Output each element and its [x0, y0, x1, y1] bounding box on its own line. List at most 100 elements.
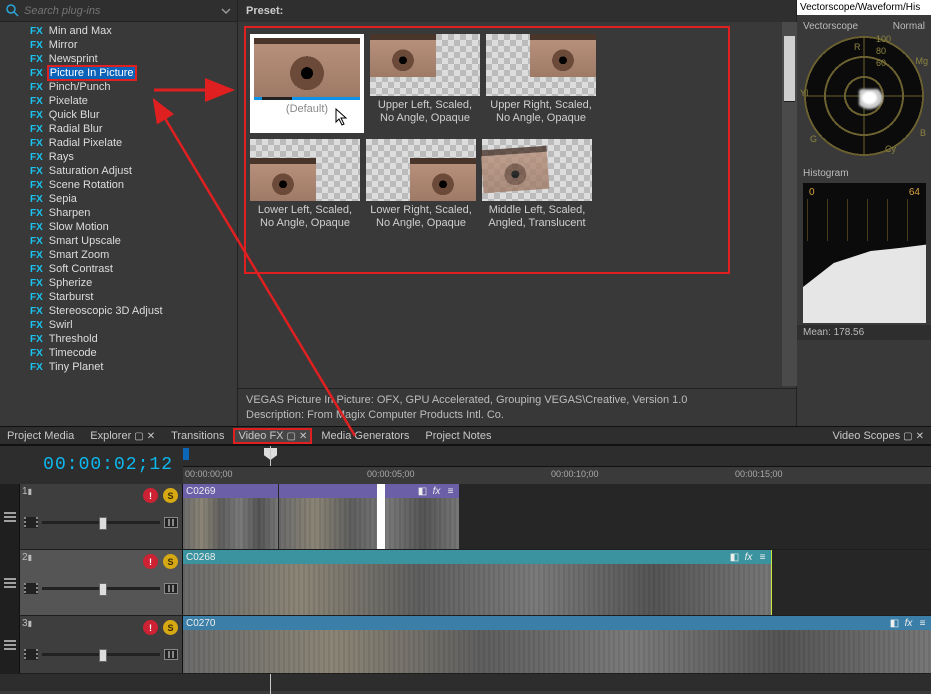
- preset-item[interactable]: Lower Right, Scaled, No Angle, Opaque: [366, 139, 476, 230]
- pan-crop-icon[interactable]: ◧: [729, 552, 740, 563]
- timecode-display: 00:00:02;12: [0, 455, 183, 475]
- track-lane[interactable]: C0269◧fx≡: [183, 484, 931, 549]
- fx-icon[interactable]: fx: [743, 552, 754, 563]
- track-header[interactable]: !S3▮: [20, 616, 183, 673]
- plugin-item[interactable]: FXSlow Motion: [28, 220, 237, 234]
- clip-menu-icon[interactable]: ≡: [917, 618, 928, 629]
- tab-transitions[interactable]: Transitions: [164, 429, 231, 443]
- preset-vertical-scrollbar[interactable]: [782, 22, 797, 386]
- tab-media-generators[interactable]: Media Generators: [314, 429, 416, 443]
- fx-icon[interactable]: fx: [431, 486, 442, 497]
- plugin-item[interactable]: FXThreshold: [28, 332, 237, 346]
- close-icon[interactable]: ✕: [299, 431, 307, 442]
- pan-crop-icon[interactable]: ◧: [889, 618, 900, 629]
- plugin-name: Spherize: [49, 277, 92, 289]
- plugin-name: Newsprint: [49, 53, 98, 65]
- plugin-list[interactable]: FXMin and MaxFXMirrorFXNewsprintFXPictur…: [0, 22, 237, 426]
- track-level-slider[interactable]: [42, 521, 160, 524]
- tab-project-media[interactable]: Project Media: [0, 429, 81, 443]
- plugin-item[interactable]: FXMin and Max: [28, 24, 237, 38]
- plugin-item[interactable]: FXSharpen: [28, 206, 237, 220]
- tab-video-fx[interactable]: Video FX▢✕: [233, 428, 312, 444]
- fx-icon[interactable]: fx: [903, 618, 914, 629]
- plugin-item[interactable]: FXPixelate: [28, 94, 237, 108]
- solo-button[interactable]: S: [163, 488, 178, 503]
- vectorscope-mode[interactable]: Normal: [893, 21, 925, 32]
- pan-crop-icon[interactable]: ◧: [417, 486, 428, 497]
- track-level-slider[interactable]: [42, 587, 160, 590]
- preset-thumbnail: [482, 139, 592, 201]
- track-level-slider[interactable]: [42, 653, 160, 656]
- timeline-loop-start[interactable]: [183, 448, 189, 460]
- plugin-name: Timecode: [49, 347, 97, 359]
- tab-explorer[interactable]: Explorer▢✕: [83, 429, 162, 443]
- track-options-icon[interactable]: [0, 550, 20, 615]
- track-header[interactable]: !S1▮: [20, 484, 183, 549]
- track-lane[interactable]: C0270◧fx≡: [183, 616, 931, 673]
- dropdown-icon[interactable]: [221, 6, 231, 16]
- plugin-item[interactable]: FXSmart Zoom: [28, 248, 237, 262]
- plugin-name: Pixelate: [49, 95, 88, 107]
- scopes-tabs-top[interactable]: Vectorscope/Waveform/His: [797, 0, 931, 15]
- plugin-name: Quick Blur: [49, 109, 100, 121]
- plugin-item[interactable]: FXSaturation Adjust: [28, 164, 237, 178]
- clip-menu-icon[interactable]: ≡: [757, 552, 768, 563]
- mute-button[interactable]: !: [143, 488, 158, 503]
- fx-badge-icon: FX: [30, 250, 43, 261]
- maximize-icon[interactable]: ▢: [134, 431, 143, 442]
- timeline-clip[interactable]: C0268◧fx≡: [183, 550, 771, 615]
- plugin-item[interactable]: FXSoft Contrast: [28, 262, 237, 276]
- fx-badge-icon: FX: [30, 236, 43, 247]
- close-icon[interactable]: ✕: [916, 431, 924, 442]
- plugin-item[interactable]: FXSmart Upscale: [28, 234, 237, 248]
- preset-item[interactable]: Middle Left, Scaled, Angled, Translucent: [482, 139, 592, 230]
- plugin-item[interactable]: FXSepia: [28, 192, 237, 206]
- track-meter-icon: [164, 517, 178, 528]
- track-options-icon[interactable]: [0, 616, 20, 673]
- track-options-icon[interactable]: [0, 484, 20, 549]
- plugin-item[interactable]: FXRadial Blur: [28, 122, 237, 136]
- ruler-tick: 00:00:15;00: [735, 469, 783, 479]
- mute-button[interactable]: !: [143, 554, 158, 569]
- mute-button[interactable]: !: [143, 620, 158, 635]
- timeline-clip[interactable]: ◧fx≡: [279, 484, 459, 549]
- plugin-item[interactable]: FXRays: [28, 150, 237, 164]
- preset-item[interactable]: Lower Left, Scaled, No Angle, Opaque: [250, 139, 360, 230]
- vs-tick: Cy: [885, 144, 896, 154]
- plugin-item[interactable]: FXStarburst: [28, 290, 237, 304]
- close-icon[interactable]: ✕: [147, 431, 155, 442]
- plugin-item[interactable]: FXSpherize: [28, 276, 237, 290]
- plugin-item[interactable]: FXTimecode: [28, 346, 237, 360]
- plugin-item[interactable]: FXStereoscopic 3D Adjust: [28, 304, 237, 318]
- plugin-item[interactable]: FXTiny Planet: [28, 360, 237, 374]
- plugin-item[interactable]: FXRadial Pixelate: [28, 136, 237, 150]
- tab-video-scopes[interactable]: Video Scopes▢✕: [825, 429, 931, 443]
- fx-badge-icon: FX: [30, 138, 43, 149]
- vs-tick: B: [920, 128, 926, 138]
- clip-menu-icon[interactable]: ≡: [445, 486, 456, 497]
- timeline-clip[interactable]: C0270◧fx≡: [183, 616, 931, 673]
- timeline-ruler[interactable]: 00:00:00;00 00:00:05;00 00:00:10;00 00:0…: [183, 446, 931, 484]
- fx-badge-icon: FX: [30, 292, 43, 303]
- solo-button[interactable]: S: [163, 620, 178, 635]
- maximize-icon[interactable]: ▢: [903, 431, 912, 442]
- plugin-item[interactable]: FXPinch/Punch: [28, 80, 237, 94]
- plugin-item[interactable]: FXMirror: [28, 38, 237, 52]
- preset-caption: Upper Right, Scaled, No Angle, Opaque: [486, 99, 596, 125]
- track-header[interactable]: !S2▮: [20, 550, 183, 615]
- plugin-item[interactable]: FXSwirl: [28, 318, 237, 332]
- plugin-item[interactable]: FXQuick Blur: [28, 108, 237, 122]
- track-lane[interactable]: C0268◧fx≡: [183, 550, 931, 615]
- timeline-clip[interactable]: C0269: [183, 484, 278, 549]
- plugin-item[interactable]: FXNewsprint: [28, 52, 237, 66]
- solo-button[interactable]: S: [163, 554, 178, 569]
- maximize-icon[interactable]: ▢: [287, 431, 296, 442]
- plugin-item[interactable]: FXScene Rotation: [28, 178, 237, 192]
- plugin-item[interactable]: FXPicture In Picture: [28, 66, 237, 80]
- preset-item[interactable]: Upper Left, Scaled, No Angle, Opaque: [370, 34, 480, 133]
- search-input[interactable]: [24, 5, 216, 17]
- fx-badge-icon: FX: [30, 124, 43, 135]
- preset-item[interactable]: (Default): [250, 34, 364, 133]
- preset-item[interactable]: Upper Right, Scaled, No Angle, Opaque: [486, 34, 596, 133]
- tab-project-notes[interactable]: Project Notes: [418, 429, 498, 443]
